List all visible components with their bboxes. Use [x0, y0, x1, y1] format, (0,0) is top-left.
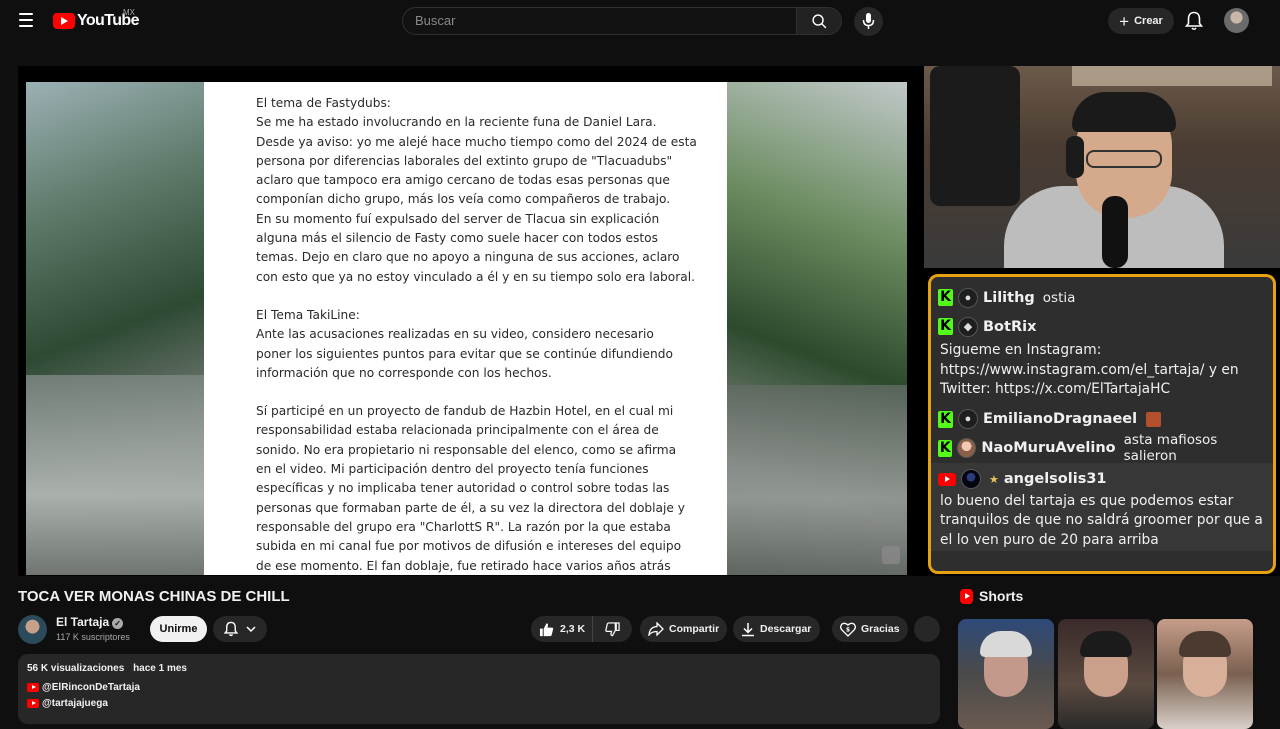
kick-icon: K	[938, 410, 953, 428]
shorts-heading: Shorts	[960, 588, 1023, 604]
youtube-icon	[938, 472, 956, 486]
description-box[interactable]: 56 K visualizaciones hace 1 mes @ElRinco…	[18, 654, 940, 724]
kick-icon: K	[938, 439, 953, 457]
channel-handle: @ElRinconDeTartaja	[42, 682, 140, 693]
share-label: Compartir	[669, 623, 720, 635]
top-bar: YouTube MX Buscar + Crear	[0, 0, 1280, 42]
voice-search-button[interactable]	[854, 7, 883, 36]
kick-icon: K	[938, 318, 953, 335]
search-input[interactable]: Buscar	[402, 7, 797, 35]
microphone-icon	[862, 13, 875, 29]
svg-text:$: $	[846, 626, 850, 633]
doc-paragraph: El tema de Fastydubs: Se me ha estado in…	[256, 96, 697, 284]
share-icon	[648, 622, 664, 636]
video-background-left	[26, 82, 204, 575]
view-count: 56 K visualizaciones	[27, 663, 125, 674]
join-button[interactable]: Unirme	[150, 616, 207, 642]
thanks-heart-icon: $	[840, 622, 856, 637]
chat-text: Sigueme en Instagram: https://www.instag…	[940, 342, 1239, 398]
chat-username: Lilithg	[983, 289, 1035, 306]
chat-text: ostia	[1042, 289, 1076, 306]
user-icon: ●	[958, 409, 978, 430]
video-title: TOCA VER MONAS CHINAS DE CHILL	[18, 588, 290, 605]
country-code: MX	[123, 8, 135, 17]
chat-username: EmilianoDragnaeel	[983, 411, 1138, 428]
plus-icon: +	[1119, 11, 1130, 31]
chat-message: ★ angelsolis31 lo bueno del tartaja es q…	[931, 462, 1273, 551]
share-button[interactable]: Compartir	[640, 616, 727, 642]
search-button[interactable]	[796, 7, 842, 35]
emote-icon	[1146, 411, 1162, 427]
chat-username: NaoMuruAvelino	[981, 440, 1116, 457]
chat-username: BotRix	[983, 318, 1037, 335]
bot-icon: ◆	[958, 316, 978, 337]
user-avatar	[961, 469, 981, 490]
video-overlay-icon	[882, 546, 900, 564]
chat-username: angelsolis31	[1003, 471, 1107, 488]
account-avatar[interactable]	[1224, 8, 1249, 33]
short-thumbnail[interactable]	[958, 619, 1054, 729]
chat-message: K ● Lilithg ostia	[938, 283, 1267, 312]
like-dislike-group: 2,3 K	[531, 616, 632, 642]
member-star-icon: ★	[989, 473, 999, 486]
like-count: 2,3 K	[560, 623, 586, 635]
like-button[interactable]: 2,3 K	[531, 616, 593, 642]
thanks-label: Gracias	[861, 623, 900, 635]
video-document: El tema de Fastydubs: Se me ha estado in…	[204, 82, 727, 575]
thumbs-down-icon	[604, 621, 620, 636]
user-avatar	[957, 438, 977, 459]
channel-name-link[interactable]: El Tartaja ✓	[56, 615, 124, 629]
chat-message: K ◆ BotRix	[938, 312, 1267, 341]
youtube-icon	[27, 699, 39, 708]
thumbs-up-icon	[539, 622, 554, 636]
menu-icon[interactable]	[14, 9, 38, 33]
chevron-down-icon	[246, 626, 256, 632]
subscriber-count: 117 K suscriptores	[56, 632, 130, 642]
doc-paragraph: Sí participé en un proyecto de fandub de…	[256, 404, 685, 573]
doc-paragraph: El Tema TakiLine: Ante las acusaciones r…	[256, 307, 673, 380]
thanks-button[interactable]: $ Gracias	[832, 616, 908, 642]
download-icon	[742, 622, 754, 636]
streamer-webcam	[924, 66, 1280, 268]
bell-icon	[1184, 11, 1204, 31]
description-link[interactable]: @tartajajuega	[27, 698, 940, 709]
description-link[interactable]: @ElRinconDeTartaja	[27, 682, 940, 693]
create-button[interactable]: + Crear	[1108, 8, 1174, 34]
youtube-icon	[27, 683, 39, 692]
more-actions-button[interactable]	[914, 616, 940, 642]
user-icon: ●	[958, 287, 978, 308]
chat-message: K NaoMuruAvelino asta mafiosos salieron	[938, 432, 1267, 465]
chat-text: asta mafiosos salieron	[1123, 432, 1218, 465]
channel-name: El Tartaja	[56, 615, 110, 629]
channel-handle: @tartajajuega	[42, 698, 108, 709]
youtube-play-icon	[53, 13, 75, 29]
search-icon	[812, 14, 827, 29]
notifications-button[interactable]	[1184, 11, 1204, 36]
chat-message: K ● EmilianoDragnaeel	[938, 405, 1267, 434]
verified-icon: ✓	[112, 618, 124, 629]
download-label: Descargar	[760, 623, 812, 635]
chat-text: lo bueno del tartaja es que podemos esta…	[940, 492, 1263, 548]
short-thumbnail[interactable]	[1157, 619, 1253, 729]
video-background-right	[727, 82, 907, 575]
download-button[interactable]: Descargar	[733, 616, 820, 642]
dislike-button[interactable]	[593, 616, 631, 642]
channel-avatar[interactable]	[18, 615, 47, 644]
bell-icon	[224, 621, 238, 637]
shorts-title: Shorts	[979, 588, 1024, 604]
shorts-icon	[960, 588, 973, 604]
stream-chat-overlay: K ● Lilithg ostia K ◆ BotRix Sigueme en …	[928, 274, 1276, 574]
create-label: Crear	[1134, 15, 1163, 27]
upload-date: hace 1 mes	[133, 663, 187, 674]
subscription-notification-button[interactable]	[213, 616, 267, 642]
short-thumbnail[interactable]	[1058, 619, 1154, 729]
kick-icon: K	[938, 289, 953, 306]
description-meta: 56 K visualizaciones hace 1 mes	[27, 663, 940, 674]
